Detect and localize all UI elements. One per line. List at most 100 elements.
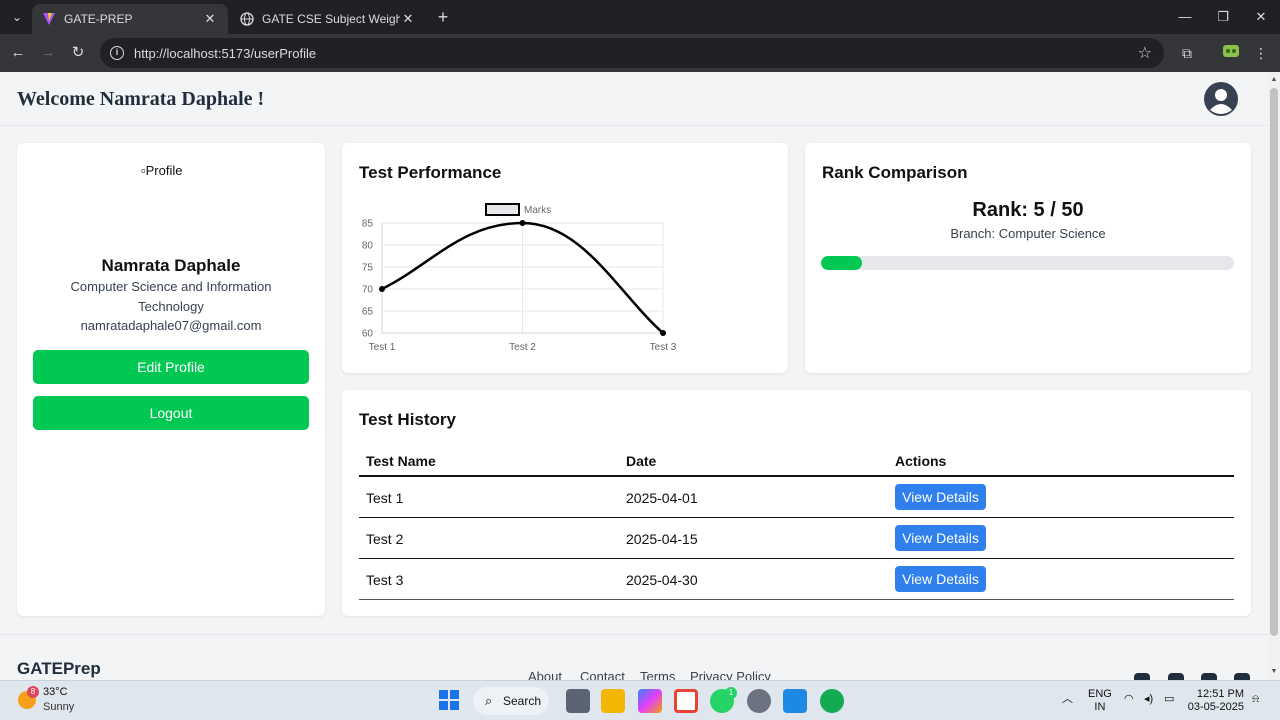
scroll-down-arrow-icon[interactable]: ▼ — [1268, 666, 1280, 678]
y-tick-label: 85 — [362, 219, 374, 230]
globe-favicon-icon — [240, 12, 254, 26]
reload-icon[interactable]: ↻ — [67, 42, 89, 64]
forward-arrow-icon[interactable]: → — [37, 42, 59, 64]
facebook-icon[interactable] — [1134, 673, 1150, 680]
test-history-table: Test Name Date Actions Test 1 2025-04-01… — [359, 446, 1234, 600]
view-details-button[interactable]: View Details — [895, 525, 986, 551]
edit-profile-button[interactable]: Edit Profile — [33, 350, 309, 384]
user-avatar-icon[interactable] — [1204, 82, 1238, 116]
address-bar[interactable]: i http://localhost:5173/userProfile ☆ — [100, 38, 1164, 68]
column-header: Test Name — [366, 453, 436, 469]
table-row: Test 3 2025-04-30 View Details — [359, 559, 1234, 600]
table-row: Test 1 2025-04-01 View Details — [359, 477, 1234, 518]
tab-gate-cse-weightage[interactable]: GATE CSE Subject Weightage ✕ — [230, 4, 426, 34]
youtube-icon[interactable] — [1234, 673, 1250, 680]
y-tick-label: 70 — [362, 285, 374, 296]
card-title: Rank Comparison — [822, 163, 968, 182]
scroll-up-arrow-icon[interactable]: ▲ — [1268, 74, 1280, 86]
y-tick-label: 75 — [362, 263, 374, 274]
tab-search-chevron-icon[interactable]: ⌄ — [6, 7, 28, 27]
taskbar-clock[interactable]: 12:51 PM 03-05-2025 — [1186, 688, 1244, 714]
url-text[interactable]: http://localhost:5173/userProfile — [134, 46, 316, 61]
site-info-icon[interactable]: i — [110, 46, 124, 60]
twitter-icon[interactable] — [1168, 673, 1184, 680]
profile-branch: Computer Science and Information Technol… — [70, 279, 272, 314]
browser-toolbar: ← → ↻ i http://localhost:5173/userProfil… — [0, 34, 1280, 72]
chrome-icon[interactable] — [674, 689, 698, 713]
weather-condition[interactable]: Sunny — [43, 701, 74, 713]
test-date-cell: 2025-04-30 — [626, 572, 698, 588]
view-details-button[interactable]: View Details — [895, 484, 986, 510]
footer-brand: GATEPrep — [17, 659, 101, 678]
new-tab-plus-icon[interactable]: + — [432, 6, 454, 28]
profile-card: ▫Profile Namrata Daphale Computer Scienc… — [17, 143, 325, 616]
copilot-icon[interactable] — [638, 689, 662, 713]
windows-taskbar: 8 33°C Sunny ⌕ Search 1 ︿ ENG IN ◠ ◂) ▭ … — [0, 680, 1280, 720]
wifi-icon[interactable]: ◠ — [1124, 693, 1134, 706]
clock-date: 03-05-2025 — [1187, 701, 1244, 713]
clock-time: 12:51 PM — [1196, 688, 1244, 700]
vscode-icon[interactable] — [783, 689, 807, 713]
profile-extension-icon[interactable] — [1220, 42, 1242, 64]
browser-tabbar: ⌄ GATE-PREP ✕ GATE CSE Subject Weightage… — [0, 0, 1280, 34]
data-point — [379, 286, 385, 292]
footer-link-about[interactable]: About — [528, 669, 562, 680]
rank-branch: Branch: Computer Science — [950, 226, 1106, 241]
page-scrollbar[interactable]: ▲ ▼ — [1268, 72, 1280, 680]
performance-chart: 60 65 70 75 80 85 Test 1 Test 2 Test 3 Marks — [362, 203, 677, 353]
page-content: Welcome Namrata Daphale ! ▫Profile Namra… — [0, 72, 1268, 680]
more-menu-icon[interactable]: ⋮ — [1250, 42, 1272, 64]
test-name-cell: Test 1 — [366, 490, 404, 506]
profile-name: Namrata Daphale — [101, 256, 241, 275]
task-view-icon[interactable] — [566, 689, 590, 713]
welcome-heading: Welcome Namrata Daphale ! — [17, 88, 265, 110]
x-tick-label: Test 1 — [369, 342, 396, 353]
settings-gear-icon[interactable] — [747, 689, 771, 713]
card-title: Test History — [359, 410, 456, 429]
bookmark-star-icon[interactable]: ☆ — [1138, 43, 1152, 63]
mongodb-compass-icon[interactable] — [820, 689, 844, 713]
data-point — [660, 330, 666, 336]
column-header: Date — [626, 453, 657, 469]
test-date-cell: 2025-04-01 — [626, 490, 698, 506]
region-code: IN — [1094, 701, 1106, 713]
windows-start-icon[interactable] — [438, 689, 462, 713]
footer-link-terms[interactable]: Terms — [640, 669, 675, 680]
maximize-icon[interactable]: ❐ — [1204, 0, 1242, 34]
y-tick-label: 65 — [362, 307, 374, 318]
window-close-icon[interactable]: ✕ — [1242, 0, 1280, 34]
vite-favicon-icon — [42, 12, 56, 26]
show-hidden-icons-chevron-icon[interactable]: ︿ — [1062, 693, 1073, 706]
footer-link-contact[interactable]: Contact — [580, 669, 625, 680]
extensions-puzzle-icon[interactable]: ⧉ — [1176, 42, 1198, 64]
test-history-card: Test History Test Name Date Actions Test… — [342, 390, 1251, 616]
legend-label: Marks — [524, 205, 551, 216]
scrollbar-thumb[interactable] — [1270, 88, 1278, 636]
close-icon[interactable]: ✕ — [202, 11, 218, 27]
profile-email: namratadaphale07@gmail.com — [80, 318, 262, 333]
volume-icon[interactable]: ◂) — [1144, 693, 1153, 706]
logout-button[interactable]: Logout — [33, 396, 309, 430]
notification-bell-icon[interactable]: ⍾ — [1252, 693, 1259, 706]
profile-image: ▫Profile — [141, 163, 183, 178]
close-icon[interactable]: ✕ — [400, 11, 416, 27]
footer-link-privacy[interactable]: Privacy Policy — [690, 669, 771, 680]
tab-title: GATE CSE Subject Weightage — [262, 12, 400, 26]
view-details-button[interactable]: View Details — [895, 566, 986, 592]
test-date-cell: 2025-04-15 — [626, 531, 698, 547]
y-tick-label: 80 — [362, 241, 374, 252]
whatsapp-badge: 1 — [725, 687, 737, 699]
x-tick-label: Test 2 — [509, 342, 536, 353]
weather-badge: 8 — [27, 686, 39, 698]
file-explorer-icon[interactable] — [601, 689, 625, 713]
weather-temperature[interactable]: 33°C — [43, 686, 68, 698]
back-arrow-icon[interactable]: ← — [7, 42, 29, 64]
battery-icon[interactable]: ▭ — [1164, 693, 1174, 706]
legend-swatch — [485, 203, 520, 216]
test-name-cell: Test 3 — [366, 572, 404, 588]
tab-gate-prep[interactable]: GATE-PREP ✕ — [32, 4, 228, 34]
language-indicator[interactable]: ENG IN — [1088, 688, 1112, 714]
instagram-icon[interactable] — [1201, 673, 1217, 680]
minimize-icon[interactable]: — — [1166, 0, 1204, 34]
taskbar-search[interactable]: ⌕ Search — [473, 687, 549, 715]
